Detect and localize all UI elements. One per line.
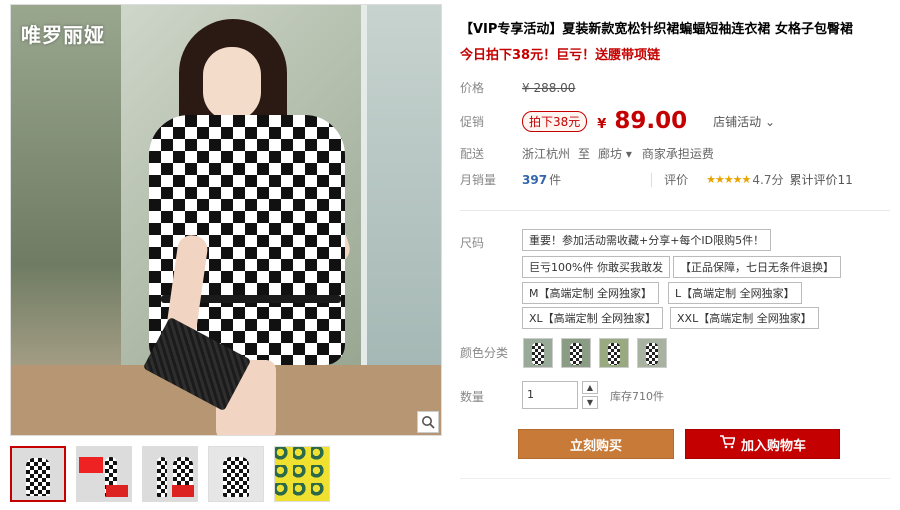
product-info: 【VIP专享活动】夏装新款宽松针织裙蝙蝠短袖连衣裙 女格子包臀裙 今日拍下38元… [460, 0, 890, 479]
original-price: ¥ 288.00 [522, 80, 576, 95]
promo-price-row: 促销 拍下38元 ¥ 89.00 店铺活动 ⌄ [460, 108, 775, 134]
shipping-row: 配送 浙江杭州 至 廊坊 ▾ 商家承担运费 [460, 145, 714, 162]
thumbnail-2[interactable] [76, 446, 132, 502]
size-option-xxl[interactable]: XXL【高端定制 全网独家】 [670, 307, 819, 329]
color-swatch-1[interactable] [523, 338, 553, 368]
sales-row: 月销量 397 件 评价 ★★★★★ 4.7分 累计评价11 [460, 171, 853, 188]
destination-label: 廊坊 [598, 147, 623, 161]
shipping-label: 配送 [460, 147, 485, 161]
color-swatch-3[interactable] [599, 338, 629, 368]
currency-symbol: ¥ [597, 117, 607, 132]
model-face [203, 47, 261, 121]
size-option-1[interactable]: 重要！参加活动需收藏+分享+每个ID限购5件！ [522, 229, 772, 251]
sales-count: 397 [522, 172, 548, 187]
store-activity-dropdown[interactable]: 店铺活动 ⌄ [713, 113, 775, 130]
separator [651, 172, 653, 187]
chevron-down-icon: ⌄ [761, 114, 775, 129]
ship-from: 浙江杭州 [522, 147, 571, 161]
buy-now-label: 立刻购买 [569, 438, 622, 454]
quantity-label: 数量 [460, 390, 485, 404]
price-label: 价格 [460, 81, 485, 95]
store-activity-label: 店铺活动 [713, 114, 762, 129]
rating-label: 评价 [664, 173, 689, 187]
sale-price: ¥ 89.00 [597, 108, 687, 134]
caret-down-icon: ▾ [622, 147, 632, 161]
color-swatch-4[interactable] [637, 338, 667, 368]
sales-label: 月销量 [460, 173, 497, 187]
product-title: 【VIP专享活动】夏装新款宽松针织裙蝙蝠短袖连衣裙 女格子包臀裙 [460, 22, 853, 37]
size-option-xl[interactable]: XL【高端定制 全网独家】 [522, 307, 664, 329]
thumbnail-3[interactable] [142, 446, 198, 502]
brand-logo: 唯罗丽娅 [21, 23, 105, 47]
thumbnail-5[interactable] [274, 446, 330, 502]
size-option-m[interactable]: M【高端定制 全网独家】 [522, 282, 659, 304]
destination-select[interactable]: 廊坊 ▾ [598, 145, 632, 162]
quantity-input[interactable]: 1 [522, 381, 578, 409]
sale-price-value: 89.00 [614, 108, 688, 134]
cumulative-reviews-link[interactable]: 累计评价11 [790, 171, 853, 188]
bottom-divider [460, 478, 890, 479]
promo-subtitle: 今日拍下38元！巨亏！送腰带项链 [460, 48, 661, 63]
product-gallery: 唯罗丽娅 [10, 4, 442, 502]
add-to-cart-label: 加入购物车 [740, 438, 806, 454]
main-product-image[interactable]: 唯罗丽娅 [10, 4, 442, 436]
shipping-note: 商家承担运费 [641, 147, 714, 161]
cart-icon [719, 435, 736, 453]
rating-score: 4.7分 [752, 173, 784, 187]
divider [460, 210, 890, 211]
rating-stars: ★★★★★ [706, 173, 751, 186]
magnifier-icon[interactable] [417, 411, 439, 433]
size-option-l[interactable]: L【高端定制 全网独家】 [668, 282, 802, 304]
price-row: 价格 ¥ 288.00 [460, 79, 575, 96]
quantity-increment-button[interactable]: ▲ [582, 381, 598, 394]
ship-to-word: 至 [578, 147, 591, 161]
stock-count: 库存710件 [610, 390, 664, 403]
quantity-decrement-button[interactable]: ▼ [582, 396, 598, 409]
add-to-cart-button[interactable]: 加入购物车 [685, 429, 840, 459]
color-swatch-2[interactable] [561, 338, 591, 368]
thumbnail-strip [10, 446, 442, 502]
thumbnail-1[interactable] [10, 446, 66, 502]
thumbnail-4[interactable] [208, 446, 264, 502]
color-label: 颜色分类 [460, 346, 509, 360]
buy-now-button[interactable]: 立刻购买 [518, 429, 674, 459]
size-label: 尺码 [460, 236, 485, 250]
discount-tag: 拍下38元 [522, 110, 588, 132]
size-option-3[interactable]: 【正品保障，七日无条件退换】 [673, 256, 841, 278]
promo-label: 促销 [460, 114, 485, 129]
size-option-2[interactable]: 巨亏100%件 你敢买我敢发 [522, 256, 670, 278]
sales-unit: 件 [549, 173, 562, 187]
